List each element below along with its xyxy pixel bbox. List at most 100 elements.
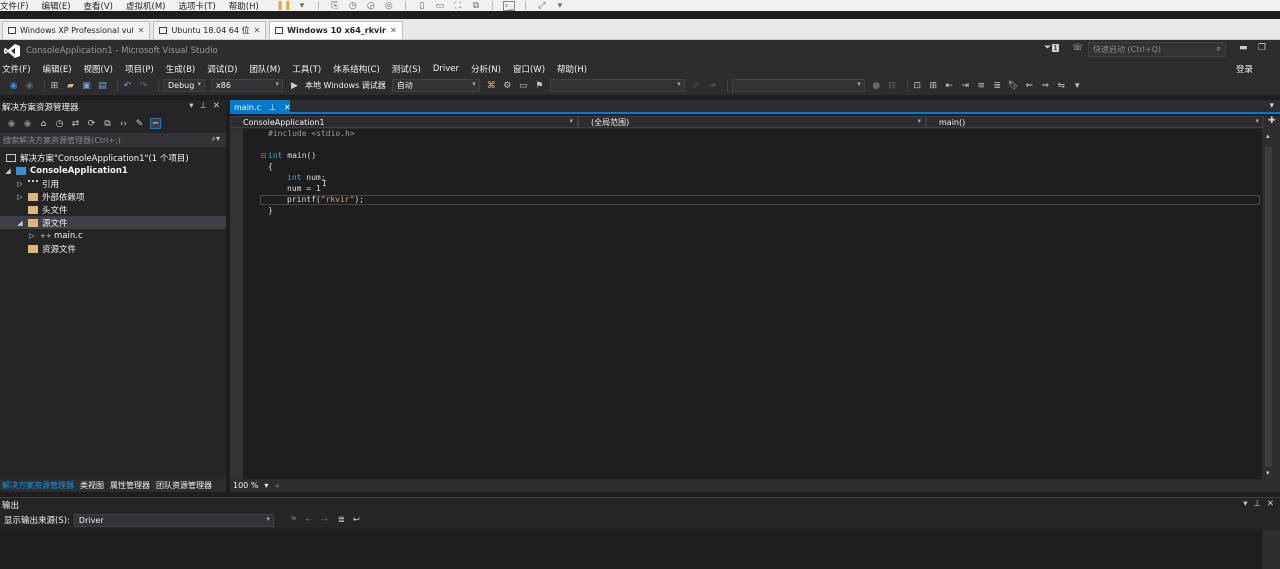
structure-icon[interactable]: ⊞ [928, 80, 939, 91]
output-source-select[interactable]: Driver ▾ [73, 513, 274, 527]
minimize-button[interactable]: ▬ [1239, 43, 1248, 53]
expand-icon[interactable]: ◢ [4, 167, 12, 175]
expand-icon[interactable]: ▷ [16, 180, 24, 188]
uncomment-icon[interactable]: ≣ [992, 80, 1003, 91]
next-bookmark-icon[interactable]: ⇒ [1040, 80, 1051, 91]
find-combo[interactable]: ▾ [549, 79, 685, 92]
attach-process-icon[interactable]: ⚙ [502, 80, 513, 91]
indent-increase-icon[interactable]: ⇥ [960, 80, 971, 91]
chevron-down-icon[interactable]: ▾ [1243, 499, 1247, 509]
close-icon[interactable]: ✕ [138, 26, 145, 35]
scroll-up-icon[interactable]: ▴ [1266, 132, 1270, 140]
menu-team[interactable]: 团队(M) [249, 63, 280, 75]
find-in-files-icon[interactable]: ⌘ [486, 80, 497, 91]
menu-view[interactable]: 视图(V) [84, 63, 113, 75]
expand-icon[interactable]: ◢ [16, 219, 24, 227]
tree-item-source-files[interactable]: ◢ 源文件 [0, 216, 226, 229]
quick-launch-input[interactable]: 快速启动 (Ctrl+Q) ⌕ [1088, 42, 1226, 57]
thread-icon[interactable]: ● [871, 80, 882, 91]
tree-item-main-c[interactable]: ▷ ++ main.c [0, 229, 226, 242]
fullscreen-icon[interactable]: ⛶ [452, 1, 464, 11]
notification-flag-icon[interactable]: ⏷ 1 [1044, 43, 1059, 53]
sign-in-link[interactable]: 登录 [1236, 63, 1253, 75]
next-message-icon[interactable]: ⇥ [321, 515, 328, 525]
terminal-icon[interactable]: ›_ [502, 0, 515, 11]
chevron-down-icon[interactable]: ▾ [1269, 101, 1274, 111]
snapshot-icon[interactable]: ◷ [347, 1, 359, 11]
expand-icon[interactable]: ▷ [28, 232, 36, 240]
tab-property-manager[interactable]: 属性管理器 [110, 480, 150, 491]
home-icon[interactable]: ⌂ [38, 118, 49, 129]
save-all-icon[interactable]: ▤ [97, 80, 108, 91]
toolbar-overflow-icon[interactable]: ▾ [1072, 80, 1083, 91]
menu-edit[interactable]: 编辑(E) [43, 63, 72, 75]
prev-message-icon[interactable]: ⇤ [306, 515, 313, 525]
comment-out-icon[interactable]: ≡ [976, 80, 987, 91]
member-nav-select[interactable]: main() ▾ [926, 116, 1264, 128]
vm-menu-tabs[interactable]: 选项卡(T) [178, 0, 219, 12]
vm-tab-ubuntu[interactable]: Ubuntu 18.04 64 位 ✕ [153, 21, 267, 39]
stack-frame-icon[interactable]: ⊟ [887, 80, 898, 91]
split-window-icon[interactable]: ✚ [1268, 116, 1276, 129]
menu-build[interactable]: 生成(B) [166, 63, 195, 75]
comment-icon[interactable]: ▭ [518, 80, 529, 91]
expand-icon[interactable]: ▷ [16, 193, 24, 201]
vm-menu-view[interactable]: 查看(V) [84, 0, 117, 12]
feedback-icon[interactable]: ☏ [1072, 43, 1083, 53]
chevron-down-icon[interactable]: ▾ [189, 101, 193, 111]
properties-icon[interactable]: ✎ [134, 118, 145, 129]
back-icon[interactable]: ◉ [8, 80, 19, 91]
code-editor[interactable]: #include <stdio.h> ⊟ int main() { int nu… [230, 129, 1260, 479]
vm-tab-winxp[interactable]: Windows XP Professional vul ✕ [2, 21, 151, 39]
step-over-icon[interactable]: ➜ [707, 80, 718, 91]
close-icon[interactable]: ✕ [1267, 499, 1274, 509]
tab-team-explorer[interactable]: 团队资源管理器 [156, 480, 212, 491]
output-text-area[interactable] [0, 530, 1262, 569]
collapse-all-icon[interactable]: ⧉ [102, 118, 113, 129]
menu-test[interactable]: 测试(S) [392, 63, 421, 75]
word-wrap-icon[interactable]: ↩ [353, 515, 360, 525]
redo-icon[interactable]: ↷ [138, 80, 149, 91]
close-icon[interactable]: ✕ [284, 103, 291, 112]
menu-architecture[interactable]: 体系结构(C) [333, 63, 380, 75]
tree-item-solution[interactable]: 解决方案"ConsoleApplication1"(1 个项目) [0, 151, 226, 164]
close-icon[interactable]: ✕ [213, 101, 220, 111]
pin-icon[interactable]: ⊥ [1253, 499, 1260, 509]
sync-icon[interactable]: ⇄ [70, 118, 81, 129]
forward-icon[interactable]: ◉ [24, 80, 35, 91]
clear-all-icon[interactable]: ≣ [338, 515, 345, 525]
find-message-icon[interactable]: ⚑ [290, 515, 298, 525]
prev-bookmark-icon[interactable]: ⇐ [1024, 80, 1035, 91]
solution-configuration-select[interactable]: Debug ▾ [163, 79, 205, 92]
tab-class-view[interactable]: 类视图 [80, 480, 104, 491]
vm-menu-help[interactable]: 帮助(H) [229, 0, 263, 12]
menu-tools[interactable]: 工具(T) [292, 63, 321, 75]
console-view-icon[interactable]: ▭ [434, 1, 446, 11]
view-code-icon[interactable]: ‹› [118, 118, 129, 129]
undo-icon[interactable]: ↶ [122, 80, 133, 91]
menu-project[interactable]: 项目(P) [125, 63, 154, 75]
pause-icon[interactable]: ❚❚ [276, 1, 291, 11]
close-icon[interactable]: ✕ [390, 26, 397, 35]
menu-help[interactable]: 帮助(H) [557, 63, 587, 75]
send-keys-icon[interactable]: ⎘ [329, 1, 341, 11]
snapshot-manager-icon[interactable]: ◎ [383, 1, 395, 11]
start-debug-icon[interactable]: ▶ [289, 80, 300, 91]
tab-main-c[interactable]: main.c ⊥ ✕ [230, 100, 291, 114]
scrollbar-thumb[interactable] [1265, 147, 1272, 467]
vm-tab-win10[interactable]: Windows 10 x64_rkvir ✕ [269, 21, 403, 39]
solution-search-input[interactable]: 搜索解决方案资源管理器(Ctrl+;) ⌕▾ [0, 133, 226, 147]
collapse-icon[interactable]: ⊟ [261, 151, 266, 160]
bookmark-toggle-icon[interactable]: 🔖︎ [1008, 80, 1019, 91]
revert-snapshot-icon[interactable]: ◶ [365, 1, 377, 11]
dropdown-icon[interactable]: ▾ [554, 1, 566, 11]
new-project-icon[interactable]: ⊞ [49, 80, 60, 91]
project-nav-select[interactable]: ConsoleApplication1 ▾ [230, 116, 578, 128]
vm-menu-file[interactable]: 文件(F) [0, 0, 33, 12]
debug-target-button[interactable]: 本地 Windows 调试器 [305, 80, 386, 91]
menu-analyze[interactable]: 分析(N) [471, 63, 501, 75]
menu-window[interactable]: 窗口(W) [513, 63, 545, 75]
tab-solution-explorer[interactable]: 解决方案资源管理器 [2, 480, 74, 491]
step-icon[interactable]: ✐ [691, 80, 702, 91]
vm-menu-edit[interactable]: 编辑(E) [42, 0, 75, 12]
